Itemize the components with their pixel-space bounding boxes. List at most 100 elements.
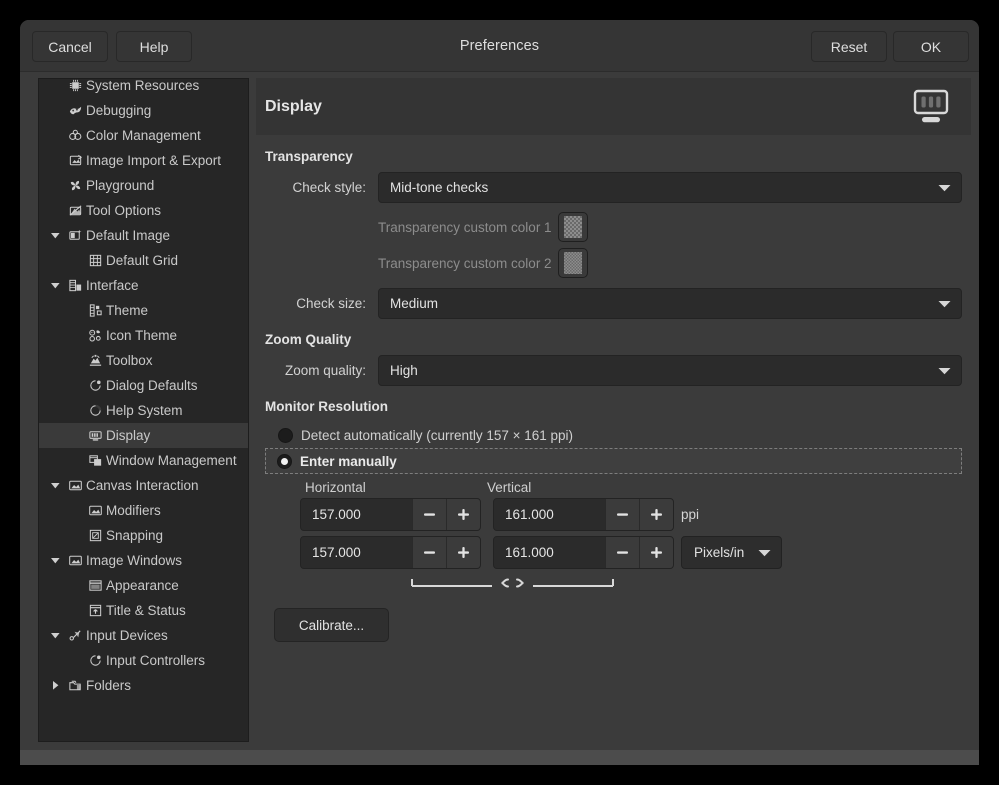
- detect-automatically-label: Detect automatically (currently 157 × 16…: [301, 428, 573, 443]
- sidebar-item-label: Help System: [105, 403, 183, 418]
- sidebar-item-label: Debugging: [85, 103, 151, 118]
- page-body: Transparency Check style: Mid-tone check…: [256, 135, 971, 742]
- zoom-quality-row: Zoom quality: High: [265, 355, 962, 386]
- reset-button[interactable]: Reset: [811, 31, 887, 62]
- horizontal-pixels-spinner[interactable]: 157.000: [300, 536, 481, 569]
- sidebar-item-label: Title & Status: [105, 603, 186, 618]
- sidebar-item-label: Image Import & Export: [85, 153, 221, 168]
- tool-options-icon: [65, 203, 85, 218]
- custom-color-2-row: Transparency custom color 2: [265, 248, 962, 278]
- sidebar-item-dialog-defaults[interactable]: Dialog Defaults: [39, 373, 248, 398]
- system-resources-icon: [65, 78, 85, 93]
- sidebar-item-system-resources[interactable]: System Resources: [39, 78, 248, 98]
- sidebar-item-title-status[interactable]: Title & Status: [39, 598, 248, 623]
- sidebar-item-tool-options[interactable]: Tool Options: [39, 198, 248, 223]
- display-icon: [85, 428, 105, 443]
- sidebar-item-label: Color Management: [85, 128, 201, 143]
- chain-broken-icon[interactable]: [410, 577, 615, 591]
- horizontal-pixels-input[interactable]: 157.000: [301, 537, 412, 568]
- sidebar-item-input-controllers[interactable]: Input Controllers: [39, 648, 248, 673]
- horizontal-ppi-spinner[interactable]: 157.000: [300, 498, 481, 531]
- sidebar-item-folders[interactable]: Folders: [39, 673, 248, 698]
- zoom-quality-value: High: [390, 363, 938, 378]
- check-style-row: Check style: Mid-tone checks: [265, 172, 962, 203]
- transparency-custom-color-2-swatch[interactable]: [558, 248, 588, 278]
- page-title: Display: [265, 98, 909, 116]
- chevron-down-icon[interactable]: [45, 280, 65, 291]
- vertical-pixels-input[interactable]: 161.000: [494, 537, 605, 568]
- sidebar-item-toolbox[interactable]: Toolbox: [39, 348, 248, 373]
- display-page: Display Transparency: [256, 78, 971, 742]
- window-bottom-strip: [20, 750, 979, 765]
- sidebar-item-label: Icon Theme: [105, 328, 177, 343]
- plus-icon[interactable]: [639, 537, 673, 568]
- ok-button[interactable]: OK: [893, 31, 969, 62]
- resolution-row-ppi: 157.000 161.000: [300, 498, 962, 531]
- sidebar-item-interface[interactable]: Interface: [39, 273, 248, 298]
- sidebar-item-help-system[interactable]: Help System: [39, 398, 248, 423]
- sidebar-item-snapping[interactable]: Snapping: [39, 523, 248, 548]
- sidebar-item-modifiers[interactable]: Modifiers: [39, 498, 248, 523]
- radio-selected-icon: [277, 454, 292, 469]
- sidebar-item-default-image[interactable]: Default Image: [39, 223, 248, 248]
- chevron-down-icon: [758, 549, 771, 557]
- sidebar-item-debugging[interactable]: Debugging: [39, 98, 248, 123]
- chevron-down-icon[interactable]: [45, 480, 65, 491]
- sidebar-item-default-grid[interactable]: Default Grid: [39, 248, 248, 273]
- checkerboard-preview: [564, 216, 582, 238]
- dialog-defaults-icon: [85, 378, 105, 393]
- chevron-down-icon: [938, 184, 951, 192]
- chevron-down-icon[interactable]: [45, 230, 65, 241]
- minus-icon[interactable]: [412, 499, 446, 530]
- plus-icon[interactable]: [639, 499, 673, 530]
- horizontal-ppi-input[interactable]: 157.000: [301, 499, 412, 530]
- detect-automatically-radio-row[interactable]: Detect automatically (currently 157 × 16…: [265, 422, 962, 448]
- calibrate-button[interactable]: Calibrate...: [274, 608, 389, 642]
- vertical-ppi-input[interactable]: 161.000: [494, 499, 605, 530]
- transparency-custom-color-1-swatch[interactable]: [558, 212, 588, 242]
- sidebar-item-input-devices[interactable]: Input Devices: [39, 623, 248, 648]
- resolution-unit-dropdown[interactable]: Pixels/in: [681, 536, 782, 569]
- zoom-quality-dropdown[interactable]: High: [378, 355, 962, 386]
- check-style-value: Mid-tone checks: [390, 180, 938, 195]
- icon-theme-icon: [85, 328, 105, 343]
- sidebar-item-canvas-interaction[interactable]: Canvas Interaction: [39, 473, 248, 498]
- sidebar-item-display[interactable]: Display: [39, 423, 248, 448]
- zoom-quality-label: Zoom quality:: [265, 363, 378, 378]
- chevron-down-icon[interactable]: [45, 630, 65, 641]
- plus-icon[interactable]: [446, 537, 480, 568]
- sidebar-item-image-import-export[interactable]: Image Import & Export: [39, 148, 248, 173]
- minus-icon[interactable]: [605, 537, 639, 568]
- plus-icon[interactable]: [446, 499, 480, 530]
- sidebar-item-appearance[interactable]: Appearance: [39, 573, 248, 598]
- zoom-quality-group-title: Zoom Quality: [265, 332, 962, 347]
- sidebar-item-label: Folders: [85, 678, 131, 693]
- preferences-category-tree[interactable]: System Resources Debugging Color Managemen…: [38, 78, 249, 742]
- chevron-right-icon[interactable]: [45, 680, 65, 691]
- sidebar-item-window-management[interactable]: Window Management: [39, 448, 248, 473]
- sidebar-item-label: Toolbox: [105, 353, 153, 368]
- sidebar-item-color-management[interactable]: Color Management: [39, 123, 248, 148]
- minus-icon[interactable]: [412, 537, 446, 568]
- cancel-button[interactable]: Cancel: [32, 31, 108, 62]
- sidebar-item-label: Appearance: [105, 578, 179, 593]
- check-size-dropdown[interactable]: Medium: [378, 288, 962, 319]
- enter-manually-radio-row[interactable]: Enter manually: [265, 448, 962, 474]
- sidebar-item-label: Tool Options: [85, 203, 161, 218]
- vertical-pixels-spinner[interactable]: 161.000: [493, 536, 674, 569]
- check-style-dropdown[interactable]: Mid-tone checks: [378, 172, 962, 203]
- sidebar-item-theme[interactable]: Theme: [39, 298, 248, 323]
- horizontal-column-header: Horizontal: [300, 480, 483, 495]
- vertical-ppi-spinner[interactable]: 161.000: [493, 498, 674, 531]
- help-button[interactable]: Help: [116, 31, 192, 62]
- minus-icon[interactable]: [605, 499, 639, 530]
- sidebar-item-playground[interactable]: Playground: [39, 173, 248, 198]
- chain-row: [300, 577, 962, 591]
- sidebar-item-label: Image Windows: [85, 553, 182, 568]
- sidebar-item-label: Canvas Interaction: [85, 478, 199, 493]
- sidebar-item-label: Default Grid: [105, 253, 178, 268]
- sidebar-item-icon-theme[interactable]: Icon Theme: [39, 323, 248, 348]
- sidebar-item-image-windows[interactable]: Image Windows: [39, 548, 248, 573]
- monitor-resolution-group-title: Monitor Resolution: [265, 399, 962, 414]
- chevron-down-icon[interactable]: [45, 555, 65, 566]
